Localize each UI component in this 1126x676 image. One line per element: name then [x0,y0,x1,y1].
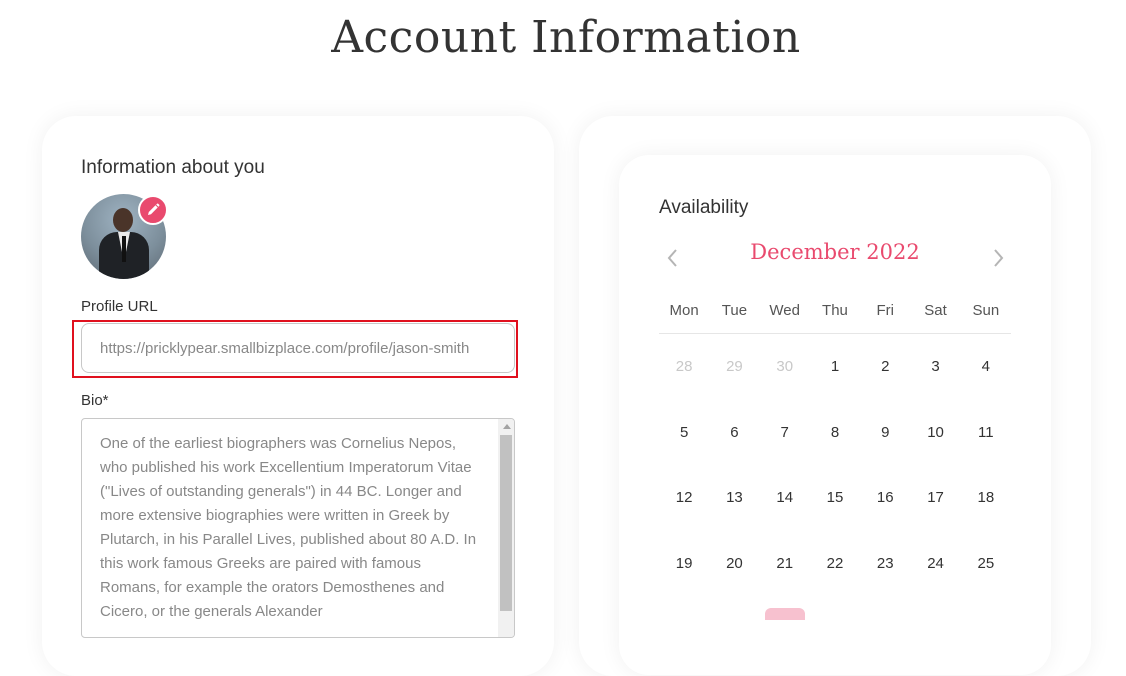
weekday-label: Sun [972,302,1000,319]
calendar-day[interactable]: 4 [961,358,1011,375]
calendar-day[interactable]: 6 [709,424,759,441]
calendar-day[interactable]: 14 [760,489,810,506]
calendar-day[interactable]: 7 [760,424,810,441]
bio-textarea[interactable]: One of the earliest biographers was Corn… [81,418,515,638]
scroll-thumb[interactable] [500,435,512,611]
calendar-day[interactable]: 25 [961,555,1011,572]
calendar-day[interactable]: 2 [860,358,910,375]
calendar-day[interactable]: 23 [860,555,910,572]
calendar-day[interactable]: 15 [810,489,860,506]
profile-url-label: Profile URL [81,298,158,315]
chevron-right-icon [994,249,1004,267]
avatar-tie [122,236,126,262]
edit-avatar-button[interactable] [138,195,168,225]
calendar-day[interactable]: 11 [961,424,1011,441]
calendar-day[interactable]: 16 [860,489,910,506]
calendar-day-outside-month: 30 [776,358,794,376]
calendar-day-outside-month: 29 [726,358,743,376]
calendar-day[interactable]: 24 [910,555,960,572]
bio-text: One of the earliest biographers was Corn… [100,435,477,620]
calendar-day[interactable]: 20 [709,555,759,572]
month-title: December 2022 [750,240,920,264]
calendar-day[interactable]: 10 [910,424,960,441]
weekday-label: Mon [669,302,699,319]
avatar-head [113,208,133,232]
weekday-label: Thu [822,302,848,319]
calendar-day[interactable]: 9 [860,424,910,441]
profile-url-input[interactable] [81,323,515,373]
next-month-button[interactable] [989,247,1009,269]
selected-day-highlight[interactable] [765,608,805,620]
calendar-day[interactable]: 21 [760,555,810,572]
calendar-day[interactable]: 18 [961,489,1011,506]
calendar-day[interactable]: 22 [810,555,860,572]
weekday-label: Sat [924,302,947,319]
weekday-header: Mon Tue Wed Thu Fri Sat Sun [659,296,1011,334]
calendar-day[interactable]: 13 [709,489,759,506]
weekday-label: Fri [876,302,895,319]
section-heading: Information about you [81,157,265,178]
calendar-day[interactable]: 1 [810,358,860,375]
calendar-day[interactable]: 3 [910,358,960,375]
calendar-week: 28 29 30 1 2 3 4 [659,334,1011,400]
bio-scrollbar[interactable] [498,419,514,637]
calendar-day[interactable]: 5 [659,424,709,441]
availability-heading: Availability [659,197,749,218]
scroll-up-arrow-icon[interactable] [503,424,511,429]
calendar-day[interactable]: 12 [659,489,709,506]
calendar-day[interactable]: 8 [810,424,860,441]
calendar-week: 5 6 7 8 9 10 11 [659,400,1011,466]
calendar-day[interactable]: 19 [659,555,709,572]
weekday-label: Wed [769,302,800,319]
calendar-week: 19 20 21 22 23 24 25 [659,531,1011,597]
calendar-grid: Mon Tue Wed Thu Fri Sat Sun 28 29 30 1 2… [659,296,1011,596]
pencil-icon [148,203,160,215]
weekday-label: Tue [721,302,748,319]
calendar-day-outside-month: 28 [675,358,693,376]
calendar-day[interactable]: 17 [910,489,960,506]
page-title: Account Information [331,12,801,63]
calendar-week: 12 13 14 15 16 17 18 [659,465,1011,531]
bio-label: Bio* [81,392,109,409]
